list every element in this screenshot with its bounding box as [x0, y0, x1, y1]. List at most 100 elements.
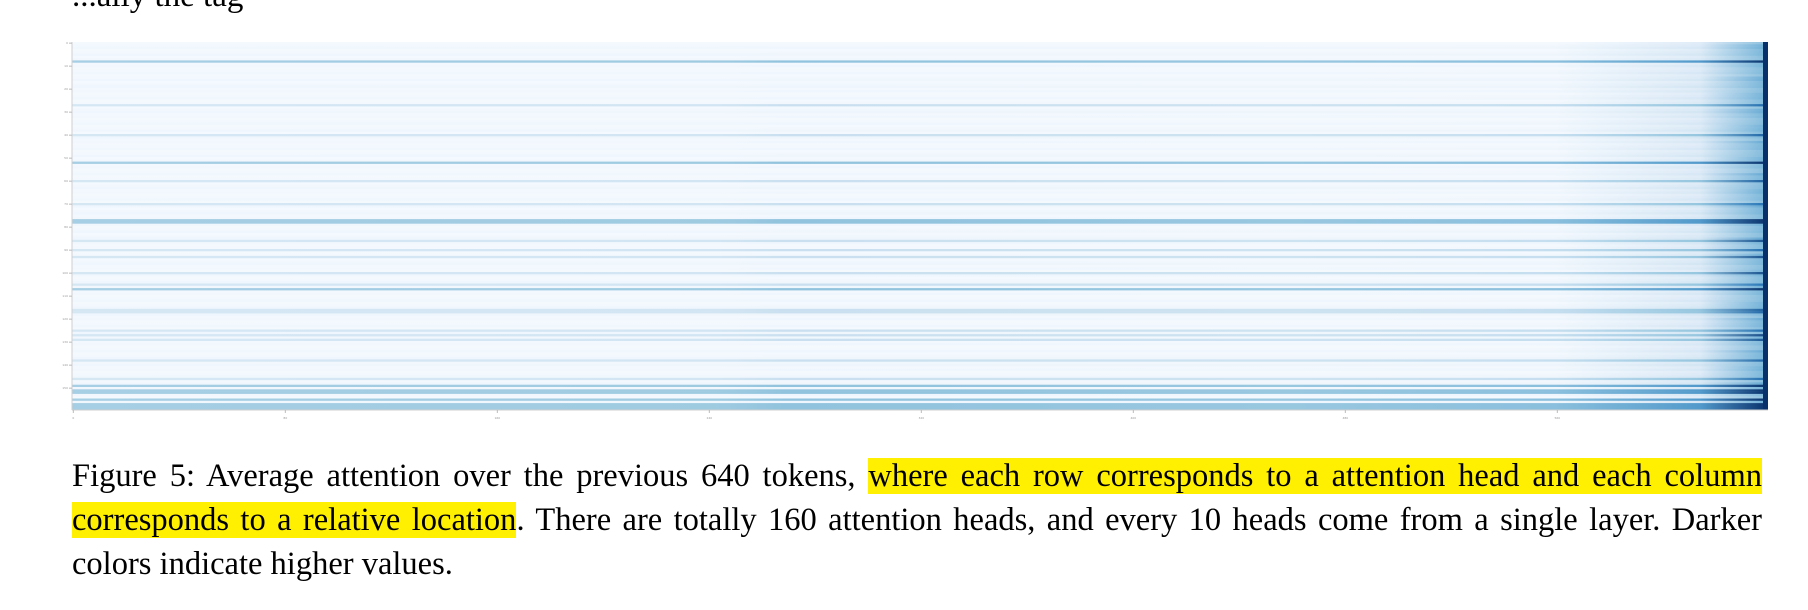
- x-tick-label: 320: [918, 416, 924, 420]
- y-tick-label: 60: [64, 179, 68, 183]
- heatmap-row: [72, 292, 1768, 296]
- y-tick-label: 80: [64, 225, 68, 229]
- heatmap-row: [72, 51, 1768, 54]
- heatmap-row: [72, 97, 1768, 100]
- heatmap-row: [72, 122, 1768, 126]
- y-tick-label: 50: [64, 156, 68, 160]
- heatmap-row: [72, 219, 1768, 222]
- heatmap-row: [72, 249, 1768, 252]
- heatmap-row: [72, 258, 1768, 261]
- heatmap-row: [72, 203, 1768, 206]
- heatmap-row: [72, 384, 1768, 388]
- heatmap-row: [72, 338, 1768, 342]
- heatmap-row: [72, 313, 1768, 316]
- heatmap-row: [72, 150, 1768, 153]
- heatmap-row: [72, 255, 1768, 259]
- y-axis: 0 10 20 30 40 50 60 70 80 90 100 110 120 130 140 150: [62, 42, 73, 410]
- x-tick-label: 0: [72, 416, 74, 420]
- heatmap-row: [72, 69, 1768, 73]
- heatmap-row: [72, 380, 1768, 383]
- heatmap-row: [72, 295, 1768, 298]
- heatmap-row: [72, 58, 1768, 61]
- heatmap-row: [72, 106, 1768, 109]
- heatmap-row: [72, 161, 1768, 165]
- heatmap-row: [72, 239, 1768, 243]
- heatmap-row: [72, 272, 1768, 275]
- heatmap-row: [72, 373, 1768, 376]
- heatmap-row: [72, 267, 1768, 270]
- heatmap-row: [72, 143, 1768, 146]
- heatmap-row: [72, 67, 1768, 70]
- y-tick-label: 90: [64, 248, 68, 252]
- heatmap-row: [72, 138, 1768, 142]
- heatmap-row: [72, 281, 1768, 284]
- heatmap-row: [72, 55, 1768, 59]
- x-tick-label: 240: [706, 416, 712, 420]
- heatmap-row: [72, 226, 1768, 229]
- heatmap-row: [72, 124, 1768, 128]
- heatmap-row: [72, 46, 1768, 50]
- heatmap-row: [72, 170, 1768, 174]
- heatmap-row: [72, 324, 1768, 328]
- heatmap-row: [72, 83, 1768, 86]
- heatmap-row: [72, 311, 1768, 314]
- heatmap-row: [72, 318, 1768, 321]
- heatmap-row: [72, 354, 1768, 358]
- heatmap-row: [72, 223, 1768, 227]
- heatmap-row: [72, 389, 1768, 392]
- heatmap-row: [72, 104, 1768, 107]
- recent-token-strip: [1763, 42, 1768, 410]
- y-tick-label: 150: [62, 386, 68, 390]
- heatmap-row: [72, 393, 1768, 397]
- heatmap-row: [72, 152, 1768, 155]
- heatmap-row: [72, 92, 1768, 96]
- heatmap-row: [72, 76, 1768, 80]
- heatmap-row: [72, 209, 1768, 213]
- heatmap-row: [72, 228, 1768, 231]
- heatmap-row: [72, 78, 1768, 82]
- y-tick-label: 0: [66, 42, 68, 45]
- heatmap-row: [72, 145, 1768, 149]
- y-tick-label: 70: [64, 202, 68, 206]
- heatmap-row: [72, 400, 1768, 404]
- heatmap-row: [72, 341, 1768, 344]
- heatmap-row: [72, 85, 1768, 89]
- heatmap-row: [72, 244, 1768, 247]
- heatmap-row: [72, 200, 1768, 204]
- heatmap-row: [72, 283, 1768, 287]
- heatmap-row: [72, 221, 1768, 224]
- heatmap-row: [72, 364, 1768, 367]
- heatmap-row: [72, 377, 1768, 381]
- y-tick-label: 100: [62, 271, 68, 275]
- heatmap-row: [72, 235, 1768, 238]
- heatmap-row: [72, 136, 1768, 139]
- attention-heatmap: 0 80 160 240 320 400 480 560 0 10 20 30 40 50 60 70 80 9…: [62, 42, 1768, 420]
- heatmap-row: [72, 173, 1768, 176]
- heatmap-row: [72, 288, 1768, 291]
- heatmap-row: [72, 214, 1768, 218]
- heatmap-row: [72, 62, 1768, 66]
- heatmap-row: [72, 198, 1768, 201]
- heatmap-row: [72, 48, 1768, 52]
- x-tick-label: 160: [494, 416, 500, 420]
- y-tick-label: 110: [62, 294, 68, 298]
- heatmap-row: [72, 186, 1768, 190]
- heatmap-row: [72, 81, 1768, 84]
- heatmap-row: [72, 329, 1768, 333]
- heatmap-cells: [72, 42, 1768, 411]
- heatmap-row: [72, 253, 1768, 257]
- heatmap-row: [72, 301, 1768, 305]
- heatmap-row: [72, 147, 1768, 151]
- heatmap-row: [72, 117, 1768, 121]
- caption-prefix: Figure 5: Average attention over the pre…: [72, 458, 869, 494]
- heatmap-row: [72, 345, 1768, 349]
- heatmap-row: [72, 180, 1768, 183]
- heatmap-row: [72, 315, 1768, 319]
- heatmap-row: [72, 370, 1768, 374]
- previous-paragraph-fragment: ...ally the tag: [72, 0, 243, 16]
- heatmap-row: [72, 166, 1768, 169]
- heatmap-row: [72, 304, 1768, 307]
- heatmap-row: [72, 159, 1768, 162]
- heatmap-row: [72, 184, 1768, 188]
- heatmap-row: [72, 127, 1768, 130]
